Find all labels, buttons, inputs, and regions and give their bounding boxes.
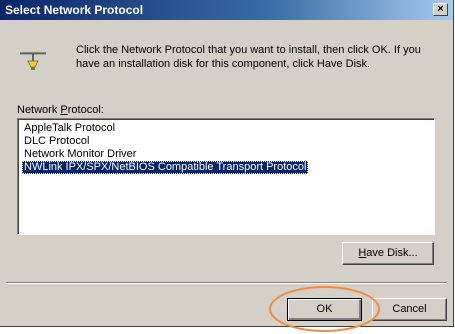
title-bar[interactable]: Select Network Protocol ×	[0, 0, 453, 20]
instructions-text: Click the Network Protocol that you want…	[76, 44, 421, 70]
ok-button[interactable]: OK	[287, 298, 362, 321]
window-title: Select Network Protocol	[5, 3, 144, 17]
list-item[interactable]: DLC Protocol	[22, 135, 91, 148]
network-protocol-icon	[20, 52, 46, 70]
list-item[interactable]: Network Monitor Driver	[22, 148, 138, 161]
list-item[interactable]: AppleTalk Protocol	[22, 122, 117, 135]
list-item-selected[interactable]: NWLink IPX/SPX/NetBIOS Compatible Transp…	[22, 161, 309, 174]
close-icon: ×	[437, 3, 444, 15]
select-network-protocol-dialog: Select Network Protocol × Click the Netw…	[0, 0, 454, 327]
have-disk-button[interactable]: Have Disk...	[342, 242, 434, 265]
network-protocol-list[interactable]: AppleTalk Protocol DLC Protocol Network …	[17, 118, 435, 235]
network-protocol-label: Network Protocol:	[17, 104, 104, 116]
cancel-button[interactable]: Cancel	[372, 298, 447, 321]
separator	[6, 282, 447, 284]
close-button[interactable]: ×	[433, 3, 448, 16]
